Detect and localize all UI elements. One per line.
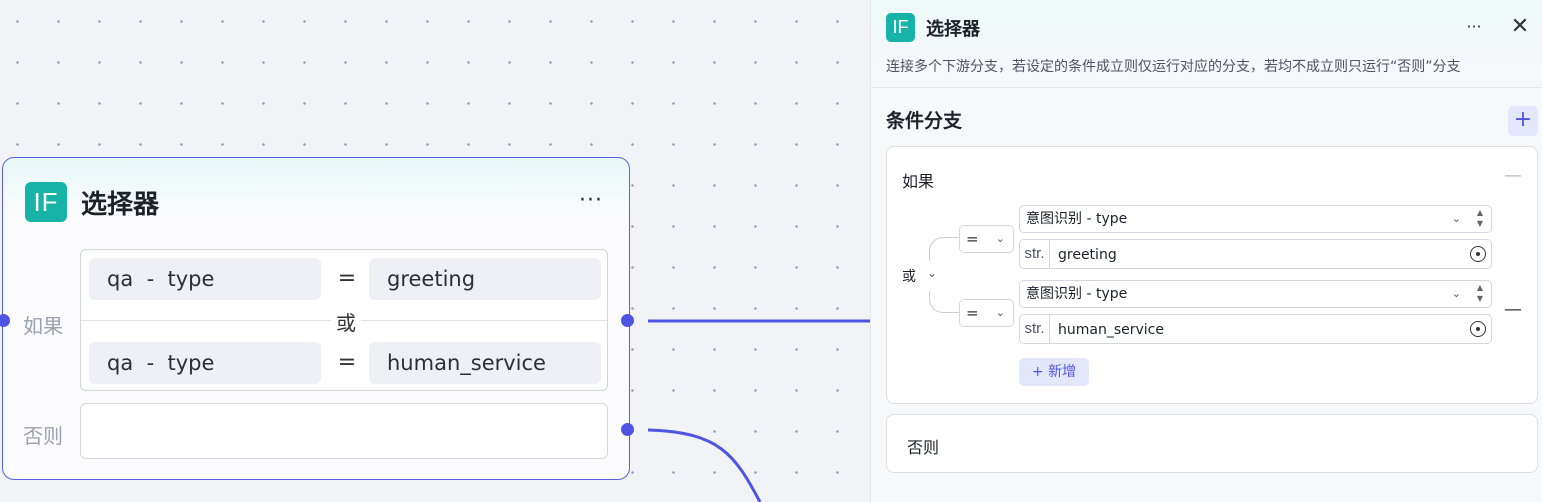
chevron-down-icon: ⌄ <box>1451 212 1461 225</box>
condition-operator: = <box>337 350 357 375</box>
node-config-panel: IF 选择器 ··· ✕ 连接多个下游分支，若设定的条件成立则仅运行对应的分支，… <box>870 0 1542 502</box>
value-input[interactable]: str. human_service <box>1019 314 1492 344</box>
operator-select[interactable]: = ⌄ <box>959 225 1014 253</box>
chevron-down-icon: ⌄ <box>1451 287 1461 300</box>
node-title: 选择器 <box>81 190 160 220</box>
variable-select[interactable]: 意图识别 - type ⌄ ▲ ▼ <box>1019 280 1492 308</box>
value-input[interactable]: str. greeting <box>1019 239 1492 269</box>
workflow-canvas[interactable]: IF 选择器 ··· 如果 否则 或 qa - type = greeting … <box>0 0 870 502</box>
condition-variable: qa - type <box>89 342 321 384</box>
else-branch-label: 否则 <box>23 424 63 448</box>
else-branch-box <box>80 403 608 459</box>
logic-operator-select[interactable]: 或 <box>902 266 916 286</box>
else-branch-card: 否则 <box>886 414 1538 473</box>
if-node-icon: IF <box>25 182 67 222</box>
remove-condition-icon[interactable]: — <box>1503 299 1523 320</box>
or-label: 或 <box>331 307 361 336</box>
if-branch-label: 如果 <box>902 172 935 191</box>
condition-variable: qa - type <box>89 258 321 300</box>
if-node-icon: IF <box>886 13 915 42</box>
more-icon[interactable]: ··· <box>575 186 607 216</box>
if-output-port[interactable] <box>621 314 634 327</box>
edge-else-branch <box>647 428 762 502</box>
value-text: greeting <box>1058 247 1117 263</box>
chevron-down-icon: ⌄ <box>995 306 1005 319</box>
condition-value: greeting <box>369 258 601 300</box>
condition-row[interactable]: qa - type = greeting <box>89 258 601 300</box>
panel-header: IF 选择器 ··· ✕ 连接多个下游分支，若设定的条件成立则仅运行对应的分支，… <box>871 0 1542 88</box>
spinner-arrows-icon[interactable]: ▲ ▼ <box>1473 282 1487 304</box>
variable-picker-icon[interactable] <box>1470 321 1486 337</box>
minus-icon[interactable]: — <box>1503 166 1523 186</box>
value-type-tag: str. <box>1020 240 1050 268</box>
operator-select[interactable]: = ⌄ <box>959 299 1014 327</box>
condition-value: human_service <box>369 342 601 384</box>
spinner-arrows-icon[interactable]: ▲ ▼ <box>1473 207 1487 229</box>
add-condition-button[interactable]: + 新增 <box>1019 358 1089 386</box>
chevron-down-icon: ⌄ <box>995 232 1005 245</box>
value-text: human_service <box>1058 322 1164 338</box>
variable-select[interactable]: 意图识别 - type ⌄ ▲ ▼ <box>1019 205 1492 233</box>
if-branch-card: 如果 — 或 ⌄ = ⌄ 意图识别 - type ⌄ ▲ ▼ str. greet… <box>886 146 1538 404</box>
panel-title: 选择器 <box>926 19 980 40</box>
chevron-down-icon[interactable]: ⌄ <box>927 266 937 280</box>
selector-node[interactable]: IF 选择器 ··· 如果 否则 或 qa - type = greeting … <box>2 157 630 480</box>
else-branch-label: 否则 <box>907 438 940 457</box>
condition-operator: = <box>337 266 357 291</box>
panel-description: 连接多个下游分支，若设定的条件成立则仅运行对应的分支，若均不成立则只运行“否则”… <box>886 59 1461 75</box>
else-output-port[interactable] <box>621 423 634 436</box>
value-type-tag: str. <box>1020 315 1050 343</box>
more-icon[interactable]: ··· <box>1461 14 1487 40</box>
close-icon[interactable]: ✕ <box>1507 14 1533 40</box>
condition-row[interactable]: qa - type = human_service <box>89 342 601 384</box>
add-branch-button[interactable]: + <box>1508 106 1538 136</box>
condition-group: 或 qa - type = greeting qa - type = human… <box>80 249 608 391</box>
variable-picker-icon[interactable] <box>1470 246 1486 262</box>
section-title: 条件分支 <box>886 110 963 132</box>
if-branch-label: 如果 <box>23 314 63 338</box>
